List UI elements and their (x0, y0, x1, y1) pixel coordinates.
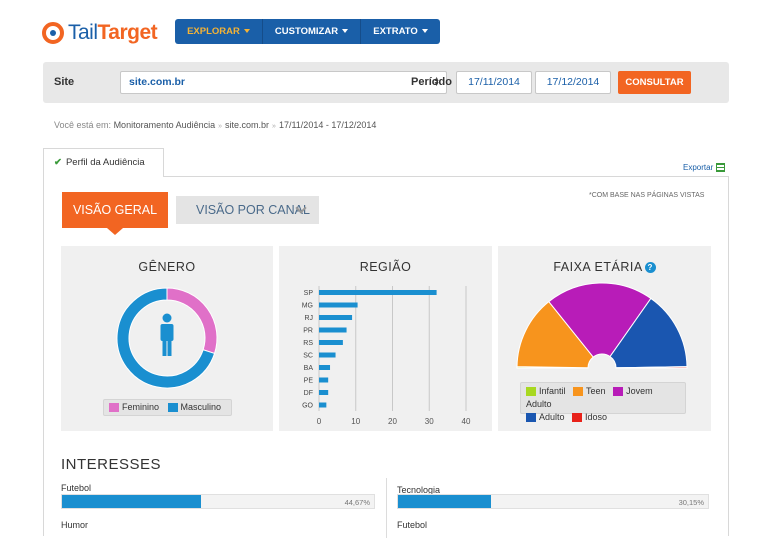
site-select-value: site.com.br (129, 76, 186, 88)
legend-swatch (109, 403, 119, 413)
x-tick-label: 0 (317, 417, 322, 426)
legend-item-infantil[interactable]: Infantil (526, 386, 566, 397)
interest-pct: 30,15% (678, 498, 704, 507)
nav-explorar[interactable]: EXPLORAR (175, 19, 263, 44)
visao-geral-button[interactable]: VISÃO GERAL (62, 192, 168, 235)
interest-bar-track: 44,67% (61, 494, 375, 509)
site-label: Site (54, 76, 75, 88)
y-tick-label: DF (304, 390, 313, 397)
date-to-field[interactable]: 17/12/2014 (535, 71, 611, 94)
y-tick-label: SC (303, 353, 313, 360)
legend-swatch (526, 387, 536, 397)
legend-swatch (572, 413, 583, 423)
y-tick-label: PE (304, 378, 314, 385)
y-tick-label: GO (302, 403, 313, 410)
check-icon: ✔ (54, 157, 62, 168)
regiao-card: REGIÃO 0 10 20 30 40 SP MG RJ PR RS SC BA PE DF GO (279, 246, 492, 431)
y-tick-label: SP (304, 290, 314, 297)
interest-label: Futebol (61, 483, 92, 493)
breadcrumb-sep-icon: » (218, 123, 223, 130)
interest-pct: 44,67% (344, 498, 370, 507)
person-icon (160, 313, 174, 356)
genero-slice-feminino[interactable] (166, 287, 218, 355)
faixa-etaria-card: FAIXA ETÁRIA? Infantil Teen Jovem Adulto… (498, 246, 711, 431)
y-tick-label: RJ (304, 315, 313, 322)
interesses-title: INTERESSES (61, 456, 162, 473)
legend-swatch (613, 387, 624, 397)
logo-text-target: Target (97, 21, 158, 44)
regiao-bar-pr[interactable] (319, 327, 347, 333)
genero-legend: Feminino Masculino (103, 399, 232, 416)
genero-donut-chart (116, 287, 218, 389)
y-tick-label: PR (303, 328, 313, 335)
interest-bar-track: 30,15% (397, 494, 709, 509)
periodo-label: Período (411, 76, 452, 88)
faixa-legend: Infantil Teen Jovem Adulto Adulto Idoso (520, 382, 686, 423)
visao-canal-button[interactable]: VISÃO POR CANAL (176, 196, 319, 224)
caret-down-icon (421, 29, 428, 34)
interest-bar-fill (398, 495, 492, 508)
regiao-bar-mg[interactable] (319, 302, 358, 308)
x-tick-label: 20 (388, 417, 397, 426)
main-nav: EXPLORAR CUSTOMIZAR EXTRATO (175, 19, 440, 44)
regiao-bar-go[interactable] (319, 402, 327, 408)
tailtarget-logo[interactable]: Tail Target (42, 20, 158, 46)
breadcrumb-item: 17/11/2014 - 17/12/2014 (278, 120, 377, 130)
regiao-bar-pe[interactable] (319, 377, 329, 383)
target-logo-icon (42, 22, 64, 44)
logo-text-tail: Tail (68, 21, 98, 44)
spreadsheet-icon (716, 163, 726, 173)
breadcrumb-sep-icon: » (272, 123, 276, 130)
nav-customizar[interactable]: CUSTOMIZAR (263, 19, 361, 44)
breadcrumb-item[interactable]: Monitoramento Audiência (114, 120, 216, 130)
regiao-bar-df[interactable] (319, 390, 329, 395)
base-note: *COM BASE NAS PÁGINAS VISTAS (589, 192, 705, 199)
caret-down-icon (342, 29, 349, 34)
x-tick-label: 40 (462, 417, 471, 426)
legend-swatch (573, 387, 584, 397)
interest-label: Futebol (397, 520, 428, 530)
regiao-bar-sc[interactable] (319, 352, 336, 358)
caret-down-icon (243, 29, 250, 34)
regiao-bar-rs[interactable] (319, 340, 343, 345)
nav-extrato[interactable]: EXTRATO (361, 19, 440, 44)
legend-swatch (167, 403, 178, 413)
y-tick-label: BA (304, 365, 314, 372)
filter-bar: Site site.com.br ▲ ▼ Período 17/11/2014 1… (43, 62, 729, 103)
regiao-bar-chart: 0 10 20 30 40 SP MG RJ PR RS SC BA PE DF GO (302, 286, 471, 426)
tab-label: Perfil da Audiência (65, 157, 145, 168)
legend-item-idoso[interactable]: Idoso (572, 412, 607, 423)
legend-item-teen[interactable]: Teen (573, 386, 606, 397)
genero-title: GÊNERO (138, 260, 196, 274)
interest-bar-fill (62, 495, 202, 508)
regiao-bar-rj[interactable] (319, 315, 353, 320)
regiao-bar-sp[interactable] (319, 290, 437, 295)
consultar-button[interactable]: CONSULTAR (618, 71, 691, 94)
date-from-field[interactable]: 17/11/2014 (456, 71, 532, 94)
regiao-bar-ba[interactable] (319, 365, 331, 370)
legend-swatch (526, 413, 536, 423)
y-tick-label: RS (303, 340, 313, 347)
tab-perfil-audiencia[interactable]: ✔ Perfil da Audiência (43, 148, 164, 177)
breadcrumb: Você está em: Monitoramento Audiência» si… (54, 120, 376, 130)
legend-item-masculino[interactable]: Masculino (167, 402, 221, 413)
y-tick-label: MG (302, 303, 313, 310)
x-tick-label: 30 (425, 417, 434, 426)
interest-label: Humor (61, 520, 89, 530)
legend-item-feminino[interactable]: Feminino (109, 402, 159, 413)
x-tick-label: 10 (351, 417, 360, 426)
genero-card: GÊNERO Feminino Masculino (61, 246, 273, 431)
legend-item-adulto[interactable]: Adulto (526, 412, 565, 423)
breadcrumb-prefix: Você está em: (54, 120, 112, 130)
breadcrumb-item[interactable]: site.com.br (225, 120, 269, 130)
interest-divider (386, 478, 387, 538)
site-select[interactable]: site.com.br ▲ ▼ (120, 71, 447, 94)
exportar-link[interactable]: Exportar (683, 163, 726, 173)
